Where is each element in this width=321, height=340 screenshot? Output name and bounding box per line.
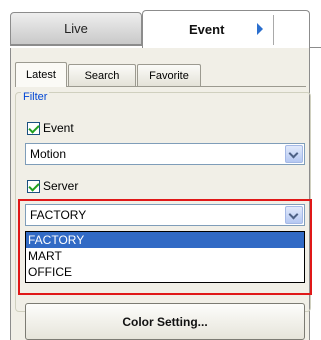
filter-legend: Filter bbox=[21, 91, 50, 103]
event-type-select-value: Motion bbox=[30, 147, 67, 161]
subtab-favorite[interactable]: Favorite bbox=[137, 64, 201, 86]
event-checkbox[interactable] bbox=[27, 122, 40, 135]
subtab-favorite-label: Favorite bbox=[149, 69, 189, 82]
tab-event-label: Event bbox=[189, 22, 225, 37]
server-select-value: FACTORY bbox=[30, 208, 87, 222]
server-checkbox-label: Server bbox=[43, 179, 79, 193]
server-checkbox[interactable] bbox=[27, 180, 40, 193]
subtab-latest-label: Latest bbox=[26, 69, 56, 81]
tab-live-label: Live bbox=[64, 21, 88, 36]
server-option-factory[interactable]: FACTORY bbox=[26, 232, 304, 248]
subtab-latest[interactable]: Latest bbox=[15, 62, 67, 87]
main-tab-strip: Live Event bbox=[0, 0, 321, 48]
server-option-office[interactable]: OFFICE bbox=[26, 264, 304, 280]
subtab-search-label: Search bbox=[84, 69, 120, 82]
tab-event[interactable]: Event bbox=[142, 10, 310, 48]
server-option-mart[interactable]: MART bbox=[26, 248, 304, 264]
event-checkbox-label: Event bbox=[43, 121, 74, 135]
chevron-down-icon[interactable] bbox=[285, 206, 303, 224]
chevron-down-icon[interactable] bbox=[285, 145, 303, 163]
tab-separator bbox=[273, 15, 274, 45]
color-setting-button[interactable]: Color Setting... bbox=[25, 303, 305, 340]
play-arrow-icon[interactable] bbox=[257, 23, 263, 35]
tab-live[interactable]: Live bbox=[10, 12, 142, 45]
color-setting-button-label: Color Setting... bbox=[122, 314, 208, 329]
tab-strip-divider-left bbox=[10, 45, 142, 46]
subtab-search[interactable]: Search bbox=[68, 64, 136, 86]
server-select[interactable]: FACTORY bbox=[25, 204, 305, 226]
server-dropdown-list: FACTORY MART OFFICE bbox=[25, 231, 305, 283]
tab-strip-divider-right bbox=[310, 47, 321, 48]
event-type-select[interactable]: Motion bbox=[25, 143, 305, 165]
